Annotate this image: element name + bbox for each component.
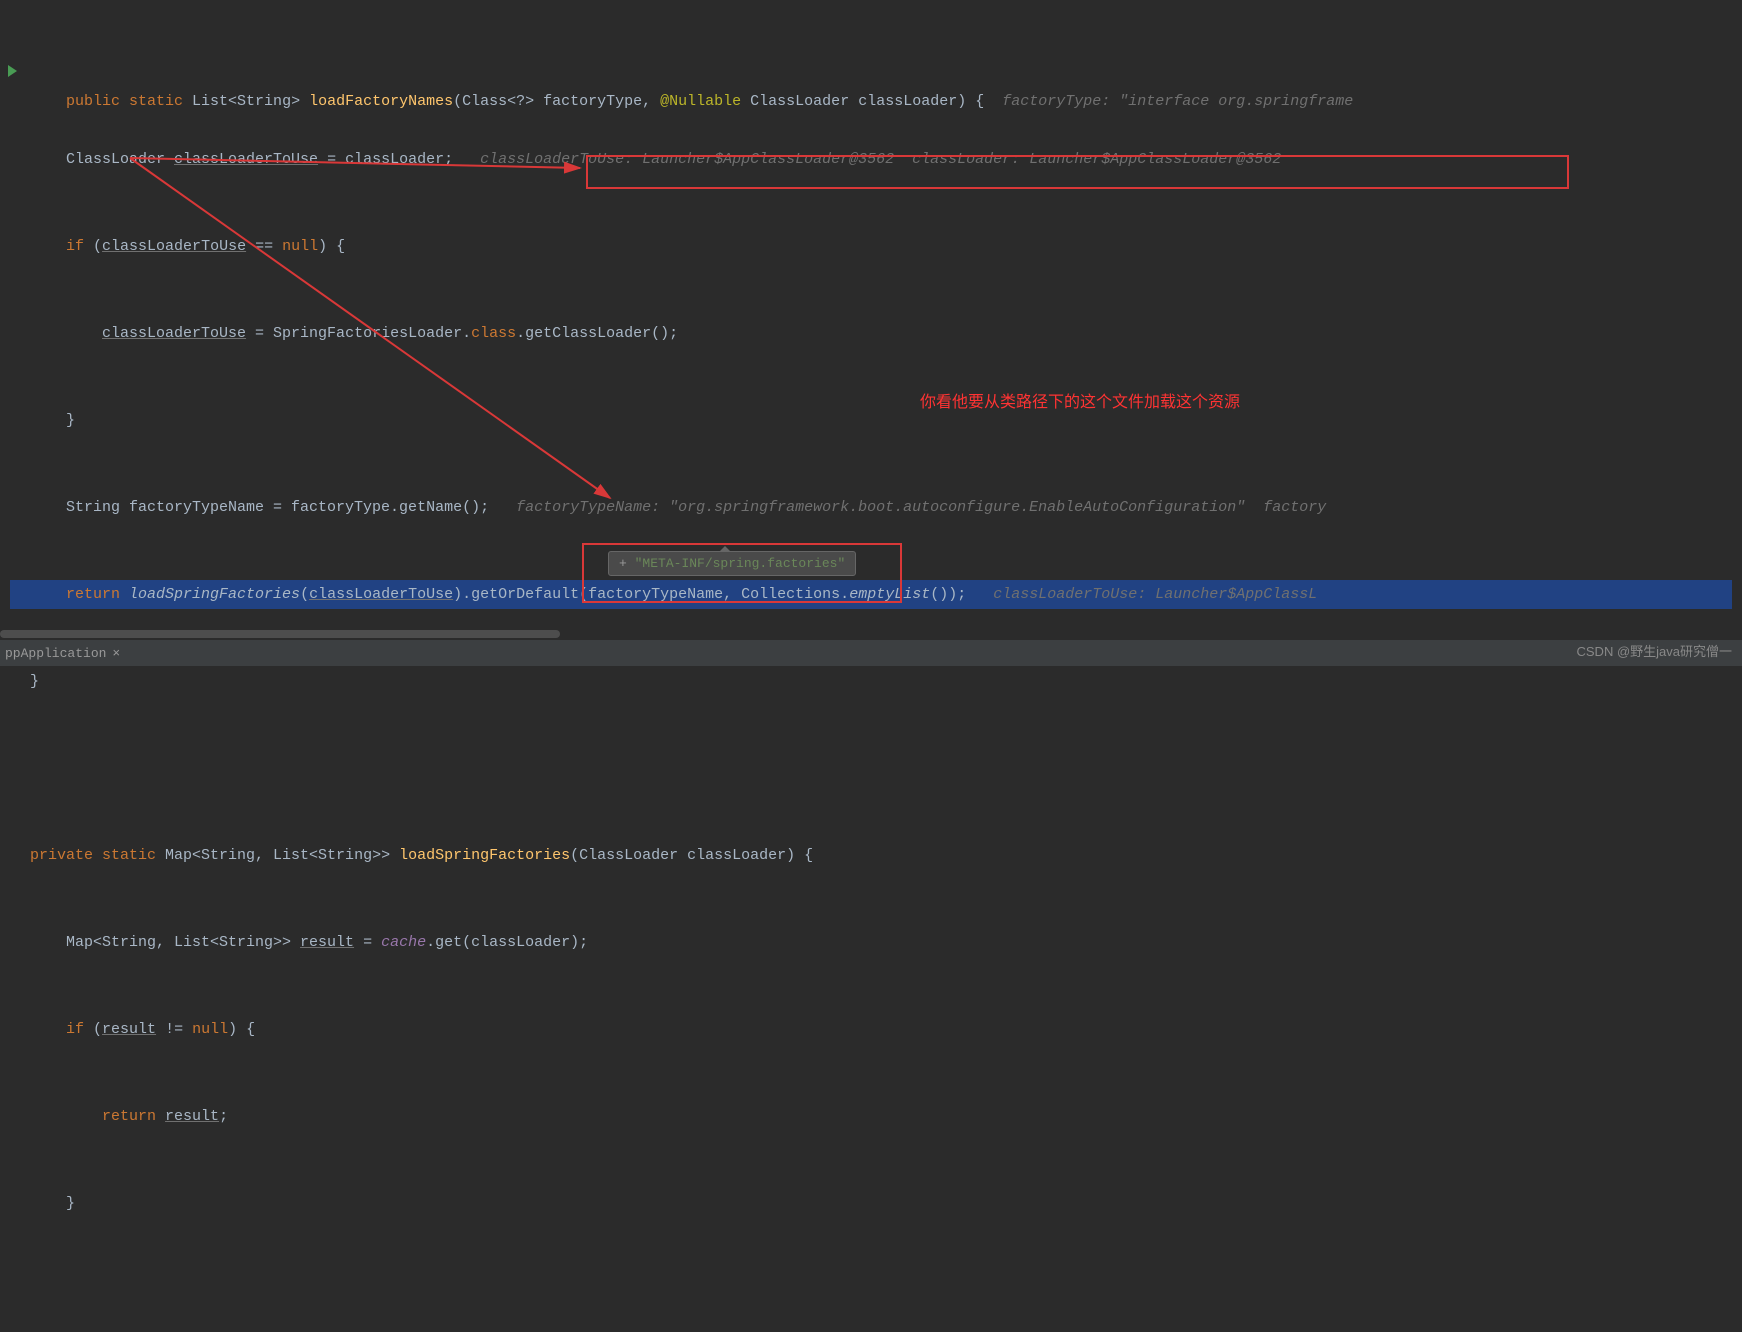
plus-icon: + bbox=[619, 556, 635, 571]
inline-hint: classLoaderToUse: Launcher$AppClassL bbox=[966, 586, 1317, 603]
evaluate-tooltip[interactable]: + "META-INF/spring.factories" bbox=[608, 551, 856, 576]
code-line bbox=[10, 754, 1732, 783]
annotation-text: 你看他要从类路径下的这个文件加载这个资源 bbox=[920, 388, 1240, 412]
annotation-box bbox=[586, 155, 1569, 189]
code-line bbox=[10, 1276, 1732, 1305]
code-line: if (classLoaderToUse == null) { bbox=[10, 232, 1732, 261]
code-line: classLoaderToUse = SpringFactoriesLoader… bbox=[10, 319, 1732, 348]
editor-tab-bar: ppApplication× bbox=[0, 640, 1742, 666]
code-line: } bbox=[10, 667, 1732, 696]
code-line: Map<String, List<String>> result = cache… bbox=[10, 928, 1732, 957]
scrollbar-thumb[interactable] bbox=[0, 630, 560, 638]
code-editor[interactable]: public static List<String> loadFactoryNa… bbox=[0, 0, 1742, 1332]
code-line: return result; bbox=[10, 1102, 1732, 1131]
code-line: private static Map<String, List<String>>… bbox=[10, 841, 1732, 870]
inline-hint: factoryType: "interface org.springframe bbox=[984, 93, 1353, 110]
code-line: } bbox=[10, 406, 1732, 435]
code-line: String factoryTypeName = factoryType.get… bbox=[10, 493, 1732, 522]
run-gutter-icon[interactable] bbox=[8, 65, 17, 77]
horizontal-scrollbar[interactable] bbox=[0, 628, 1742, 640]
code-line: } bbox=[10, 1189, 1732, 1218]
code-line: public static List<String> loadFactoryNa… bbox=[10, 58, 1732, 87]
watermark: CSDN @野生java研究僧一 bbox=[1577, 641, 1733, 660]
code-line: if (result != null) { bbox=[10, 1015, 1732, 1044]
inline-hint: factoryTypeName: "org.springframework.bo… bbox=[489, 499, 1326, 516]
editor-tab[interactable]: ppApplication× bbox=[5, 646, 120, 661]
close-icon[interactable]: × bbox=[112, 646, 120, 661]
